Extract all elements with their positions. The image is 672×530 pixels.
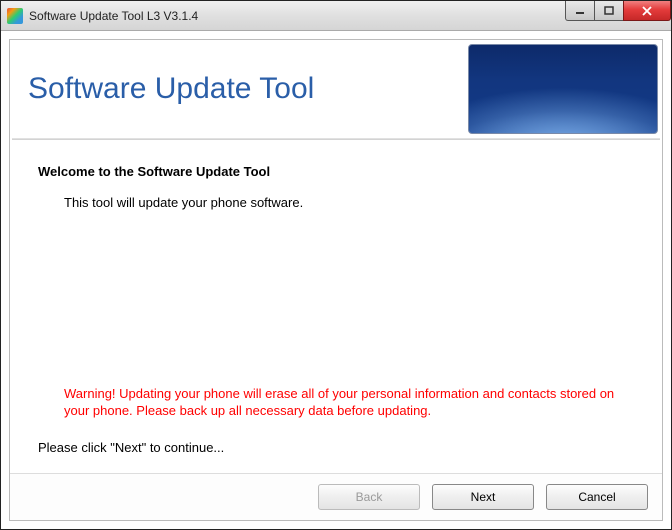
maximize-button[interactable]: [594, 1, 624, 21]
cancel-button[interactable]: Cancel: [546, 484, 648, 510]
app-icon: [7, 8, 23, 24]
welcome-heading: Welcome to the Software Update Tool: [38, 164, 634, 179]
warning-text: Warning! Updating your phone will erase …: [64, 385, 624, 420]
header: Software Update Tool: [10, 40, 662, 138]
spacer: [38, 220, 634, 385]
footer: Back Next Cancel: [10, 473, 662, 520]
body: Welcome to the Software Update Tool This…: [10, 140, 662, 473]
app-window: Software Update Tool L3 V3.1.4 Software …: [0, 0, 672, 530]
window-controls: [566, 1, 671, 21]
next-button[interactable]: Next: [432, 484, 534, 510]
header-title: Software Update Tool: [28, 40, 468, 138]
back-button: Back: [318, 484, 420, 510]
header-graphic: [468, 44, 658, 134]
titlebar[interactable]: Software Update Tool L3 V3.1.4: [1, 1, 671, 31]
description-text: This tool will update your phone softwar…: [64, 195, 634, 210]
content-inner: Software Update Tool Welcome to the Soft…: [9, 39, 663, 521]
close-button[interactable]: [623, 1, 671, 21]
window-title: Software Update Tool L3 V3.1.4: [29, 9, 198, 23]
content-outer: Software Update Tool Welcome to the Soft…: [1, 31, 671, 529]
minimize-button[interactable]: [565, 1, 595, 21]
instruction-text: Please click "Next" to continue...: [38, 440, 634, 455]
